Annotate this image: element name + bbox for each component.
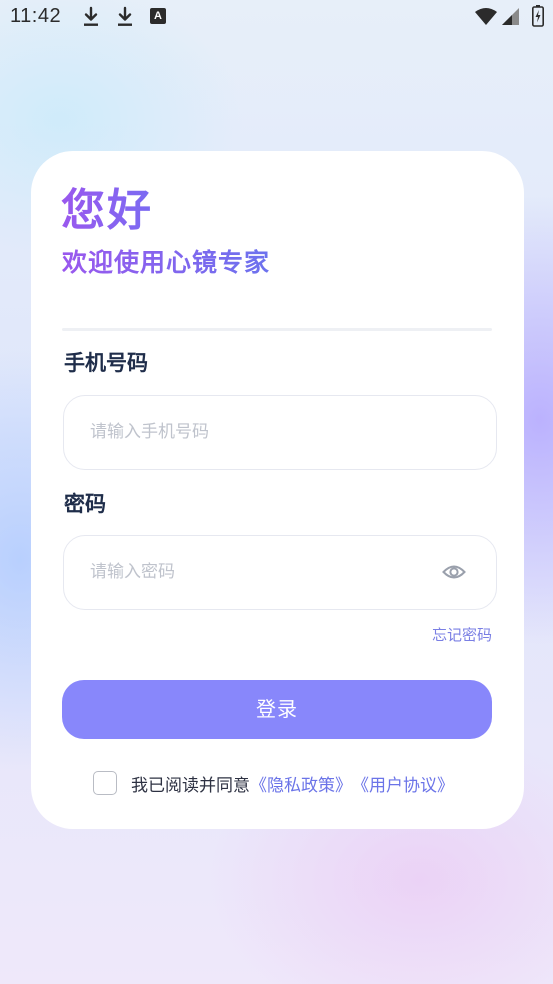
agreement-row: 我已阅读并同意 《隐私政策》 《用户协议》	[93, 769, 454, 797]
agreement-checkbox[interactable]	[93, 771, 117, 795]
divider	[62, 328, 492, 331]
welcome-subtitle: 欢迎使用心镜专家	[62, 248, 271, 277]
user-agreement-link[interactable]: 《用户协议》	[352, 771, 454, 796]
phone-label: 手机号码	[64, 351, 148, 375]
cellular-signal-icon	[502, 8, 519, 25]
login-card: 您好 欢迎使用心镜专家 手机号码 密码 忘记密码 登录 我已阅读并同意 《隐私政…	[31, 151, 524, 829]
download-icon	[84, 6, 98, 26]
privacy-policy-link[interactable]: 《隐私政策》	[250, 771, 352, 796]
battery-charging-icon	[532, 5, 544, 27]
agreement-text: 我已阅读并同意	[131, 775, 250, 796]
show-password-eye-icon[interactable]	[442, 562, 466, 582]
password-field[interactable]	[63, 535, 497, 610]
password-label: 密码	[64, 492, 106, 516]
greeting-title: 您好	[61, 185, 153, 236]
phone-field[interactable]	[63, 395, 497, 470]
status-time: 11:42	[10, 5, 62, 27]
phone-input[interactable]	[90, 396, 430, 468]
font-notification-icon: A	[150, 8, 166, 24]
login-button[interactable]: 登录	[62, 680, 492, 739]
wifi-icon	[475, 8, 497, 25]
forgot-password-link[interactable]: 忘记密码	[432, 624, 492, 645]
password-input[interactable]	[90, 536, 430, 608]
download-icon	[118, 6, 132, 26]
status-bar: 11:42 A	[0, 0, 553, 34]
